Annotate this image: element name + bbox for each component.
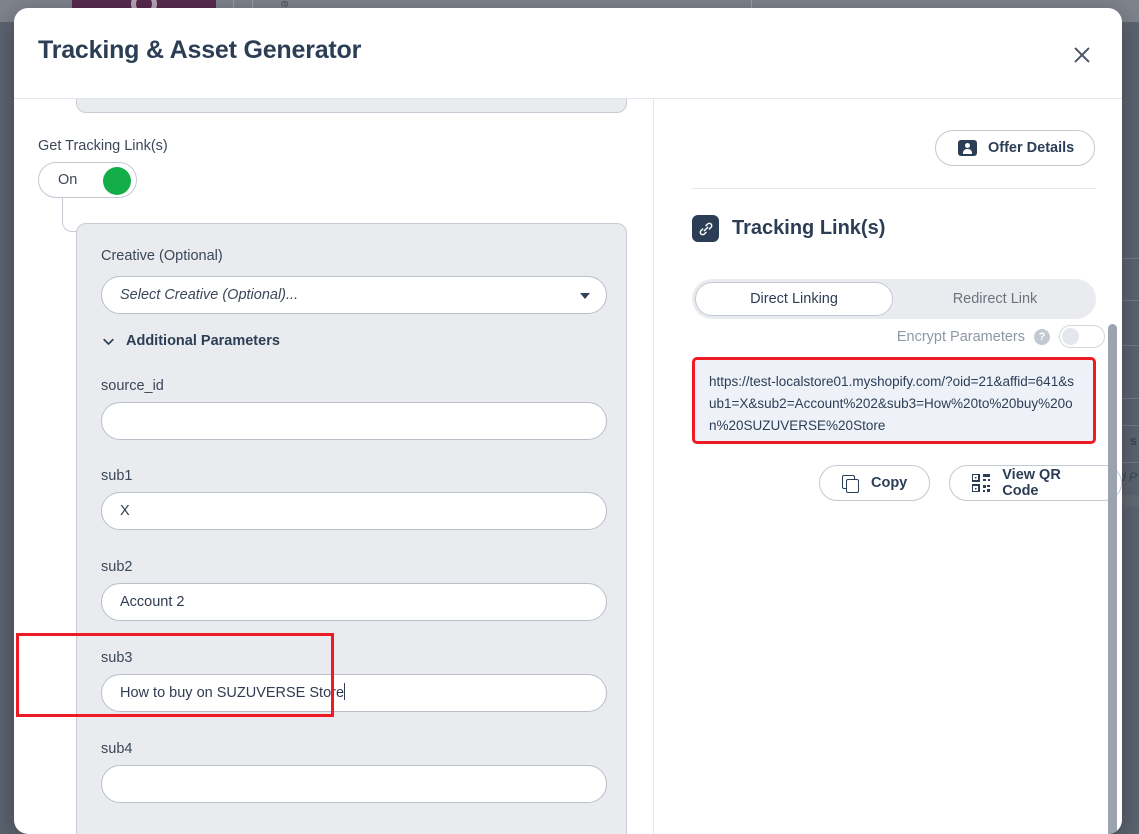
link-mode-segmented-control: Direct Linking Redirect Link: [692, 279, 1096, 319]
field-label-sub2: sub2: [101, 559, 132, 575]
copy-icon: [842, 475, 859, 492]
view-qr-code-label: View QR Code: [1002, 467, 1099, 499]
toggle-state-label: On: [58, 172, 77, 188]
get-tracking-links-label: Get Tracking Link(s): [38, 138, 168, 154]
qr-code-icon: [972, 474, 990, 492]
contact-card-icon: [958, 140, 977, 156]
copy-label: Copy: [871, 475, 907, 491]
offer-details-label: Offer Details: [988, 140, 1074, 156]
toggle-knob: [103, 167, 131, 195]
link-icon: [692, 215, 719, 242]
encrypt-parameters-label: Encrypt Parameters: [897, 329, 1025, 345]
page-title: Tracking & Asset Generator: [38, 36, 361, 65]
tracking-link-form-panel: Creative (Optional) Select Creative (Opt…: [76, 223, 627, 834]
previous-section-panel: [76, 99, 627, 113]
view-qr-code-button[interactable]: View QR Code: [949, 465, 1122, 501]
background-table-text: s: [1130, 433, 1137, 448]
tracking-asset-generator-modal: Tracking & Asset Generator Get Tracking …: [14, 8, 1122, 834]
tab-direct-linking[interactable]: Direct Linking: [695, 282, 893, 316]
modal-scrollbar[interactable]: [1108, 324, 1117, 834]
field-label-sub1: sub1: [101, 468, 132, 484]
field-input-sub4[interactable]: [101, 765, 607, 803]
tracking-links-heading: Tracking Link(s): [692, 215, 885, 242]
toggle-knob: [1062, 328, 1079, 345]
field-value-sub3: How to buy on SUZUVERSE Store: [120, 685, 344, 701]
form-column: Get Tracking Link(s) On Creative (Option…: [14, 99, 653, 834]
tracking-url-output[interactable]: https://test-localstore01.myshopify.com/…: [692, 357, 1096, 444]
field-label-sub3: sub3: [101, 650, 132, 666]
text-cursor: [344, 683, 345, 700]
creative-placeholder: Select Creative (Optional)...: [120, 287, 298, 303]
copy-button[interactable]: Copy: [819, 465, 930, 501]
field-label-source-id: source_id: [101, 378, 164, 394]
chevron-down-icon: [101, 334, 116, 349]
chevron-down-icon: [580, 293, 590, 299]
encrypt-parameters-row: Encrypt Parameters ?: [897, 325, 1105, 348]
modal-body: Get Tracking Link(s) On Creative (Option…: [14, 99, 1122, 834]
field-label-sub4: sub4: [101, 741, 132, 757]
encrypt-parameters-toggle[interactable]: [1059, 325, 1105, 348]
additional-parameters-label: Additional Parameters: [126, 333, 280, 349]
background-tab-label: e: [278, 1, 292, 8]
creative-select[interactable]: Select Creative (Optional)...: [101, 276, 607, 314]
offer-details-button[interactable]: Offer Details: [935, 130, 1095, 166]
tracking-link-actions: Copy: [819, 465, 1122, 501]
question-mark-icon[interactable]: ?: [1034, 329, 1050, 345]
creative-label: Creative (Optional): [101, 248, 223, 264]
tab-redirect-link[interactable]: Redirect Link: [896, 282, 1094, 316]
tracking-links-title: Tracking Link(s): [732, 217, 885, 240]
tracking-links-column: Offer Details Tracking Link(s) Direct Li…: [654, 99, 1122, 834]
get-tracking-links-toggle[interactable]: On: [38, 162, 137, 198]
field-input-sub3[interactable]: How to buy on SUZUVERSE Store: [101, 674, 607, 712]
field-input-source-id[interactable]: [101, 402, 607, 440]
modal-header: Tracking & Asset Generator: [14, 8, 1122, 99]
close-icon[interactable]: [1067, 40, 1097, 70]
section-divider: [692, 188, 1096, 189]
additional-parameters-toggle[interactable]: Additional Parameters: [101, 333, 280, 349]
field-input-sub1[interactable]: X: [101, 492, 607, 530]
field-input-sub2[interactable]: Account 2: [101, 583, 607, 621]
